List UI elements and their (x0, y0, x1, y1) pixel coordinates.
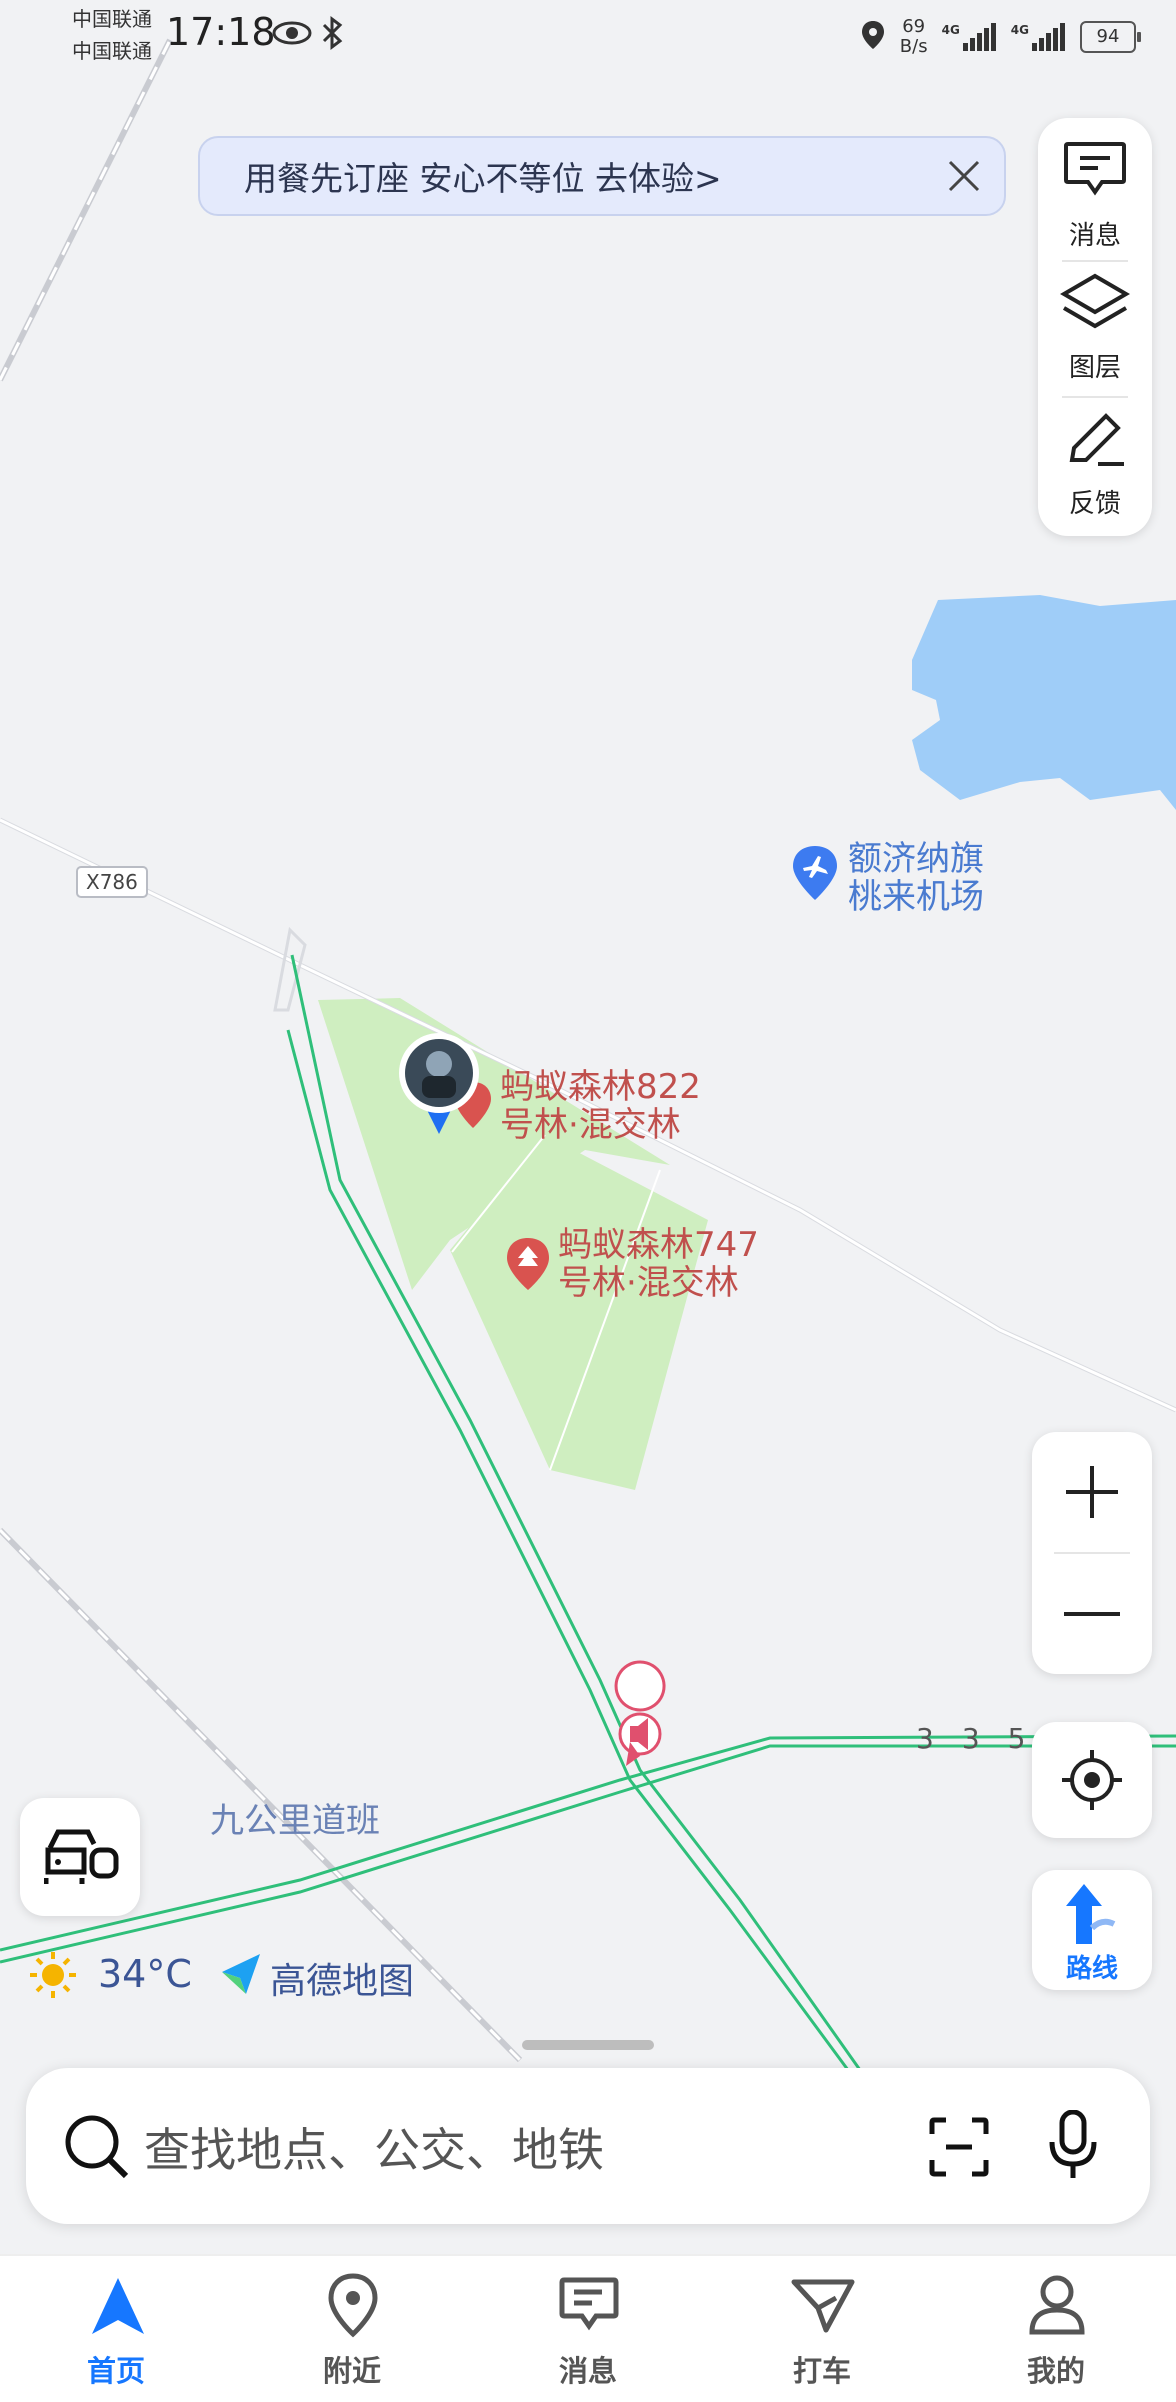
layers-label: 图层 (1068, 353, 1121, 383)
brand-name: 高德地图 (270, 1961, 415, 2002)
tab-home[interactable]: 首页 (36, 2256, 196, 2402)
messages-button[interactable]: 消息 (1038, 132, 1152, 262)
airport-icon (793, 846, 837, 900)
layers-icon (1060, 273, 1130, 329)
carrier-2: 中国联通 (72, 39, 152, 63)
navigation-arrow-icon (92, 2278, 144, 2334)
search-icon (65, 2115, 129, 2179)
scan-icon[interactable] (928, 2116, 990, 2178)
route-button[interactable]: 路线 (1032, 1870, 1152, 1990)
minus-icon (1064, 1612, 1120, 1616)
forest-747-line1: 蚂蚁森林747 (558, 1225, 759, 1265)
sheet-handle[interactable] (522, 2040, 654, 2050)
zoom-in-button[interactable] (1032, 1432, 1152, 1552)
tab-label: 打车 (792, 2354, 851, 2388)
crosshair-icon (1062, 1750, 1122, 1810)
message-icon (1064, 142, 1126, 196)
location-pin-icon (328, 2273, 378, 2338)
bottom-tab-bar: 首页 附近 消息 打车 我的 (0, 2254, 1176, 2402)
eye-icon (272, 18, 312, 52)
forest-poi-747[interactable] (504, 1236, 552, 1298)
location-icon (860, 19, 886, 55)
microphone-icon[interactable] (1046, 2110, 1100, 2182)
tab-label: 首页 (86, 2354, 145, 2388)
weather-temperature: 34°C (98, 1952, 192, 1996)
car-icon (44, 1829, 119, 1884)
zoom-out-button[interactable] (1032, 1554, 1152, 1674)
forest-822-line2: 号林·混交林 (500, 1105, 681, 1145)
carrier-1: 中国联通 (72, 7, 152, 31)
search-bar[interactable]: 查找地点、公交、地铁 (26, 2068, 1150, 2224)
highway-number: 3 (961, 1722, 980, 1755)
tab-profile[interactable]: 我的 (976, 2256, 1136, 2402)
sun-icon (28, 1950, 78, 2004)
bluetooth-icon (320, 16, 344, 54)
highway-number: 5 (1007, 1722, 1026, 1755)
amap-logo-icon (220, 1952, 262, 2000)
battery-indicator: 94 (1080, 21, 1141, 53)
signal-icon-1: 4G (942, 23, 997, 51)
map-tools-panel: 消息 图层 反馈 (1038, 118, 1152, 536)
forest-822-line1: 蚂蚁森林822 (500, 1067, 701, 1107)
user-location-marker[interactable] (396, 1030, 482, 1146)
banner-text: 用餐先订座 安心不等位 去体验> (244, 159, 722, 198)
locate-button[interactable] (1032, 1722, 1152, 1838)
messages-label: 消息 (1068, 221, 1121, 251)
status-right: 69 B/s 4G 4G 94 (860, 12, 1141, 62)
highway-number-labels: 3 3 5 (916, 1722, 1025, 1755)
forest-poi-icon (507, 1238, 549, 1290)
car-trip-button[interactable] (20, 1798, 140, 1916)
taxi-icon (791, 2279, 855, 2333)
forest-747-label: 蚂蚁森林747 号林·混交林 (558, 1226, 759, 1302)
airport-name-line1: 额济纳旗 (848, 839, 984, 879)
highway-number: 3 (916, 1722, 934, 1755)
feedback-label: 反馈 (1068, 489, 1121, 519)
edit-pen-icon (1069, 413, 1124, 466)
zoom-controls (1032, 1432, 1152, 1674)
promo-banner[interactable]: 用餐先订座 安心不等位 去体验> (198, 136, 1006, 216)
forest-747-line2: 号林·混交林 (558, 1263, 739, 1303)
close-icon[interactable] (944, 156, 984, 196)
route-arrow-icon (1066, 1884, 1116, 1944)
status-time: 17:18 (166, 10, 276, 54)
feedback-button[interactable]: 反馈 (1038, 400, 1152, 530)
tab-nearby[interactable]: 附近 (272, 2256, 432, 2402)
message-icon (559, 2277, 619, 2331)
layers-button[interactable]: 图层 (1038, 264, 1152, 394)
net-speed: 69 B/s (899, 16, 928, 57)
tab-messages[interactable]: 消息 (508, 2256, 668, 2402)
search-input[interactable]: 查找地点、公交、地铁 (144, 2114, 604, 2180)
route-label: 路线 (1065, 1954, 1118, 1984)
plus-icon (1066, 1466, 1118, 1518)
road-shield-x786: X786 (76, 866, 148, 898)
user-icon (1029, 2275, 1085, 2335)
tab-label: 我的 (1026, 2354, 1085, 2388)
place-label: 九公里道班 (210, 1801, 380, 1841)
tab-taxi[interactable]: 打车 (742, 2256, 902, 2402)
lake (912, 595, 1176, 810)
tab-label: 消息 (558, 2354, 617, 2388)
signal-icon-2: 4G (1011, 23, 1066, 51)
tab-label: 附近 (322, 2354, 381, 2388)
airport-name-line2: 桃来机场 (848, 877, 984, 917)
forest-822-label: 蚂蚁森林822 号林·混交林 (500, 1068, 701, 1144)
